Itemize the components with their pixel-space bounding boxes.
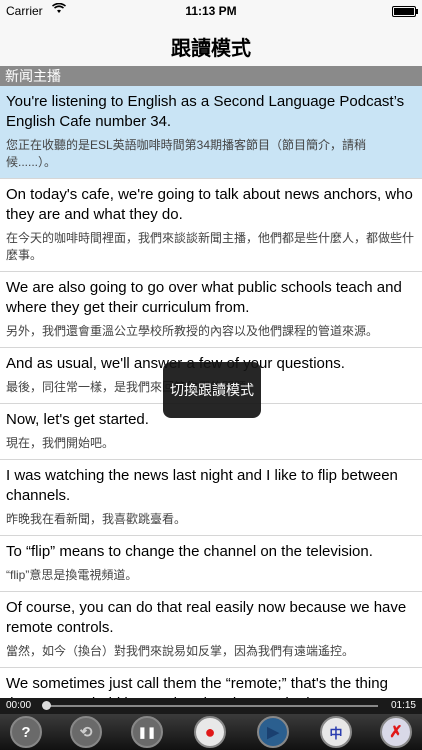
section-header: 新闻主播 [0, 66, 422, 86]
total-time: 01:15 [390, 700, 416, 711]
play-icon: ▶ [267, 724, 279, 741]
battery-icon [392, 6, 418, 17]
mode-toast: 切換跟讀模式 [163, 362, 261, 418]
record-button[interactable]: ● [194, 716, 226, 748]
chinese-translation: 您正在收聽的是ESL英語咖啡時間第34期播客節目（節目簡介，請稍候......）… [6, 138, 367, 169]
transcript-row[interactable]: Of course, you can do that real easily n… [0, 592, 422, 668]
player-toolbar: ? ⟲ ❚❚ ● ▶ 中 ✗ [0, 714, 422, 750]
chinese-translation: 在今天的咖啡時間裡面，我們來談談新聞主播，他們都是些什麼人，都做些什麼事。 [6, 231, 415, 262]
transcript-row[interactable]: We sometimes just call them the “remote;… [0, 668, 422, 698]
shadowing-icon: ✗ [389, 724, 403, 741]
english-sentence: To “flip” means to change the channel on… [6, 543, 373, 560]
clock: 11:13 PM [185, 4, 237, 18]
transcript-row[interactable]: On today's cafe, we're going to talk abo… [0, 179, 422, 272]
repeat-icon: ⟲ [79, 724, 93, 741]
transcript-row[interactable]: You're listening to English as a Second … [0, 86, 422, 179]
shadowing-mode-button[interactable]: ✗ [380, 716, 412, 748]
transcript-row[interactable]: We are also going to go over what public… [0, 272, 422, 348]
playback-progress: 00:00 01:15 [0, 698, 422, 714]
navigation-bar: 跟讀模式 [0, 22, 422, 66]
pause-button[interactable]: ❚❚ [131, 716, 163, 748]
english-sentence: Of course, you can do that real easily n… [6, 599, 407, 636]
pause-icon: ❚❚ [137, 726, 157, 739]
chinese-translation: “flip”意思是換電視頻道。 [6, 568, 138, 582]
help-button[interactable]: ? [10, 716, 42, 748]
transcript-row[interactable]: I was watching the news last night and I… [0, 460, 422, 536]
chinese-toggle-button[interactable]: 中 [320, 716, 352, 748]
repeat-button[interactable]: ⟲ [70, 716, 102, 748]
english-sentence: On today's cafe, we're going to talk abo… [6, 186, 413, 223]
chinese-translation: 另外，我們還會重溫公立學校所教授的內容以及他們課程的管道來源。 [6, 324, 379, 338]
record-icon: ● [204, 721, 216, 742]
status-bar: Carrier 11:13 PM [0, 0, 422, 22]
english-sentence: You're listening to English as a Second … [6, 93, 405, 130]
play-button[interactable]: ▶ [257, 716, 289, 748]
english-sentence: We sometimes just call them the “remote;… [6, 675, 388, 698]
chinese-translation: 現在，我們開始吧。 [6, 436, 115, 450]
english-sentence: I was watching the news last night and I… [6, 467, 398, 504]
chinese-icon: 中 [329, 725, 343, 741]
progress-track[interactable] [44, 705, 378, 707]
chinese-translation: 當然，如今（換台）對我們來說易如反掌，因為我們有遠端遙控。 [6, 644, 355, 658]
english-sentence: We are also going to go over what public… [6, 279, 402, 316]
question-icon: ? [21, 723, 31, 741]
progress-knob[interactable] [42, 701, 51, 710]
transcript-row[interactable]: To “flip” means to change the channel on… [0, 536, 422, 592]
current-time: 00:00 [6, 700, 32, 711]
chinese-translation: 昨晚我在看新聞，我喜歡跳臺看。 [6, 512, 187, 526]
page-title: 跟讀模式 [171, 38, 251, 60]
